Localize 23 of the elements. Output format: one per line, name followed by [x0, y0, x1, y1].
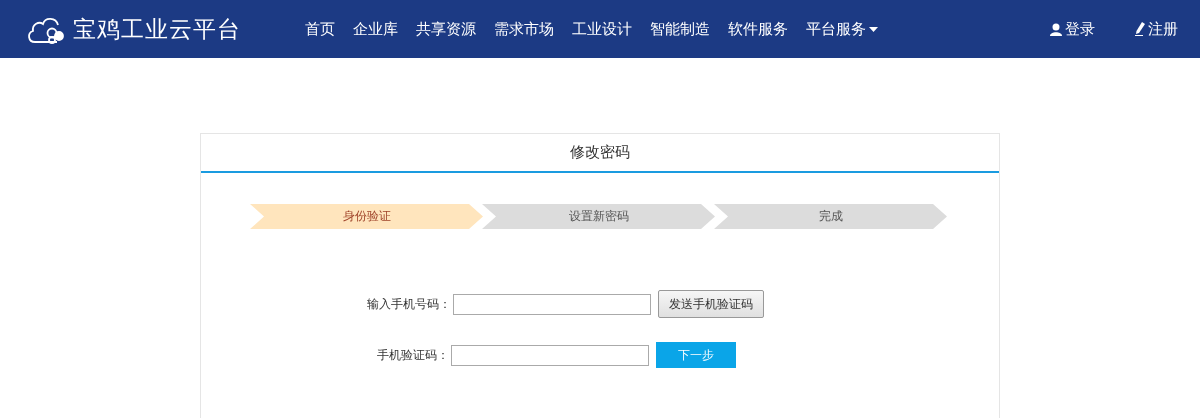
- site-logo-text: 宝鸡工业云平台: [73, 14, 241, 44]
- input-field[interactable]: [451, 344, 649, 366]
- send-code-button[interactable]: 发送手机验证码: [658, 290, 764, 318]
- nav-link[interactable]: 首页: [305, 19, 335, 39]
- card-title: 修改密码: [201, 134, 999, 173]
- field-label: 输入手机号码：: [366, 295, 451, 313]
- progress-step: 设置新密码: [482, 204, 715, 229]
- nav-link[interactable]: 工业设计: [572, 19, 632, 39]
- nav-link[interactable]: 企业库: [353, 19, 398, 39]
- nav-link[interactable]: 智能制造: [650, 19, 710, 39]
- field-label: 手机验证码：: [376, 346, 449, 364]
- user-icon: [1050, 22, 1062, 36]
- register-link[interactable]: 注册: [1135, 19, 1178, 39]
- pencil-icon: [1135, 22, 1145, 36]
- nav-link[interactable]: 软件服务: [728, 19, 788, 39]
- caret-icon: [869, 26, 878, 32]
- nav-link[interactable]: 平台服务: [806, 19, 878, 39]
- progress-step: 完成: [714, 204, 947, 229]
- input-field[interactable]: [453, 293, 651, 315]
- login-link[interactable]: 登录: [1050, 19, 1095, 39]
- nav-link[interactable]: 共享资源: [416, 19, 476, 39]
- nav-link[interactable]: 需求市场: [494, 19, 554, 39]
- progress-step: 身份验证: [250, 204, 483, 229]
